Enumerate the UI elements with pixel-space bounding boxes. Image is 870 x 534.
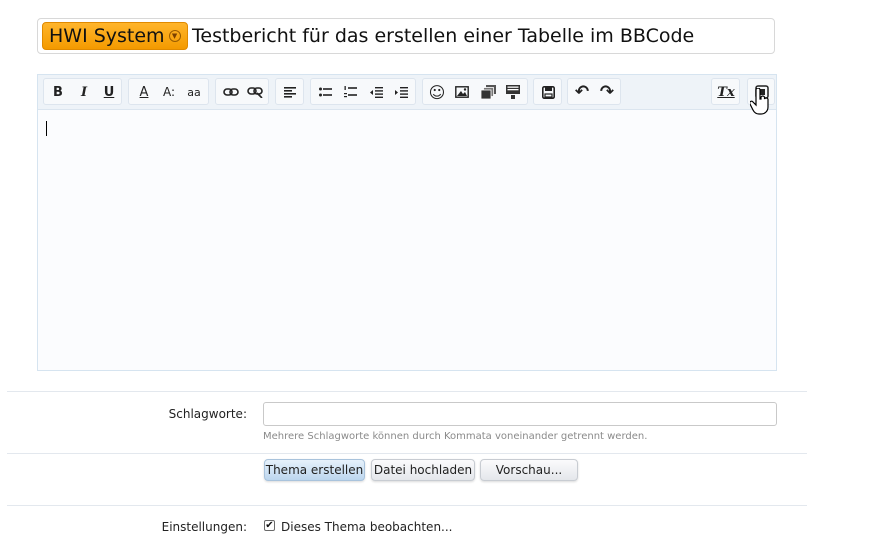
redo-button[interactable]: ↷ [596, 82, 618, 102]
save-draft-button[interactable] [537, 83, 559, 101]
watch-thread-checkbox[interactable]: ✔ [264, 520, 275, 531]
indent-icon [394, 86, 408, 98]
smilie-icon: ☺ [428, 82, 446, 102]
thread-title-input[interactable]: Testbericht für das erstellen einer Tabe… [192, 19, 694, 53]
hand-cursor-icon [750, 88, 769, 115]
indent-button[interactable] [390, 83, 412, 101]
font-family-icon: aa [187, 85, 201, 99]
number-list-icon [343, 86, 357, 98]
watch-thread-label[interactable]: Dieses Thema beobachten... [281, 520, 453, 534]
underline-icon: U [103, 84, 115, 100]
save-icon [541, 85, 555, 99]
outdent-button[interactable] [365, 83, 387, 101]
prefix-label: HWI System [49, 24, 165, 47]
tags-hint: Mehrere Schlagworte können durch Kommata… [263, 431, 648, 442]
tags-input[interactable] [263, 402, 777, 426]
undo-button[interactable]: ↶ [571, 82, 593, 102]
underline-button[interactable]: U [98, 83, 120, 101]
section-divider [7, 453, 807, 454]
link-icon [223, 88, 239, 96]
font-size-button[interactable]: A: [158, 83, 180, 101]
unlink-icon [247, 87, 263, 98]
image-button[interactable] [451, 83, 473, 101]
unlink-button[interactable] [244, 83, 266, 101]
align-left-icon [284, 86, 296, 98]
media-button[interactable] [477, 83, 499, 101]
outdent-icon [369, 86, 383, 98]
toolbar-group-save [533, 78, 562, 105]
remove-format-button[interactable]: Tx [715, 83, 737, 101]
chevron-down-icon: ▼ [168, 30, 181, 42]
section-divider [7, 391, 807, 392]
toolbar-group-align [275, 78, 304, 105]
settings-label: Einstellungen: [161, 520, 247, 534]
toolbar-group-insert: ☺ [422, 78, 528, 105]
font-color-icon: A [139, 84, 149, 100]
bullet-list-button[interactable] [314, 83, 336, 101]
section-divider [7, 505, 807, 506]
font-size-icon: A: [162, 85, 176, 99]
align-button[interactable] [279, 83, 301, 101]
create-thread-button[interactable]: Thema erstellen [264, 459, 365, 481]
upload-file-button[interactable]: Datei hochladen [371, 459, 475, 481]
media-icon [480, 85, 496, 99]
redo-icon: ↷ [599, 82, 615, 102]
bold-button[interactable]: B [47, 83, 69, 101]
image-icon [455, 86, 469, 98]
thread-title-row: HWI System ▼ Testbericht für das erstell… [37, 18, 775, 54]
prefix-dropdown[interactable]: HWI System ▼ [42, 22, 188, 50]
undo-icon: ↶ [574, 82, 590, 102]
preview-button[interactable]: Vorschau... [480, 459, 578, 481]
tags-label: Schlagworte: [168, 407, 247, 421]
editor-toolbar: B I U A A: aa ☺ ↶ ↷ Tx [38, 75, 776, 110]
smilie-button[interactable]: ☺ [426, 82, 448, 102]
italic-button[interactable]: I [73, 83, 95, 101]
remove-format-icon: Tx [717, 84, 735, 100]
toolbar-group-format: Tx [711, 78, 740, 105]
bullet-list-icon [318, 87, 332, 96]
editor-content-area[interactable] [38, 109, 776, 370]
rich-text-editor: B I U A A: aa ☺ ↶ ↷ Tx [37, 74, 777, 371]
number-list-button[interactable] [339, 83, 361, 101]
insert-icon [506, 85, 520, 99]
toolbar-group-history: ↶ ↷ [567, 78, 621, 105]
toolbar-group-lists [310, 78, 416, 105]
toolbar-group-font: A A: aa [128, 78, 209, 105]
toolbar-group-link [215, 78, 269, 105]
link-button[interactable] [220, 83, 242, 101]
toolbar-group-basic: B I U [43, 78, 122, 105]
font-color-button[interactable]: A [133, 83, 155, 101]
bold-icon: B [53, 84, 63, 100]
insert-button[interactable] [502, 83, 524, 101]
font-family-button[interactable]: aa [183, 83, 205, 101]
italic-icon: I [80, 84, 88, 100]
